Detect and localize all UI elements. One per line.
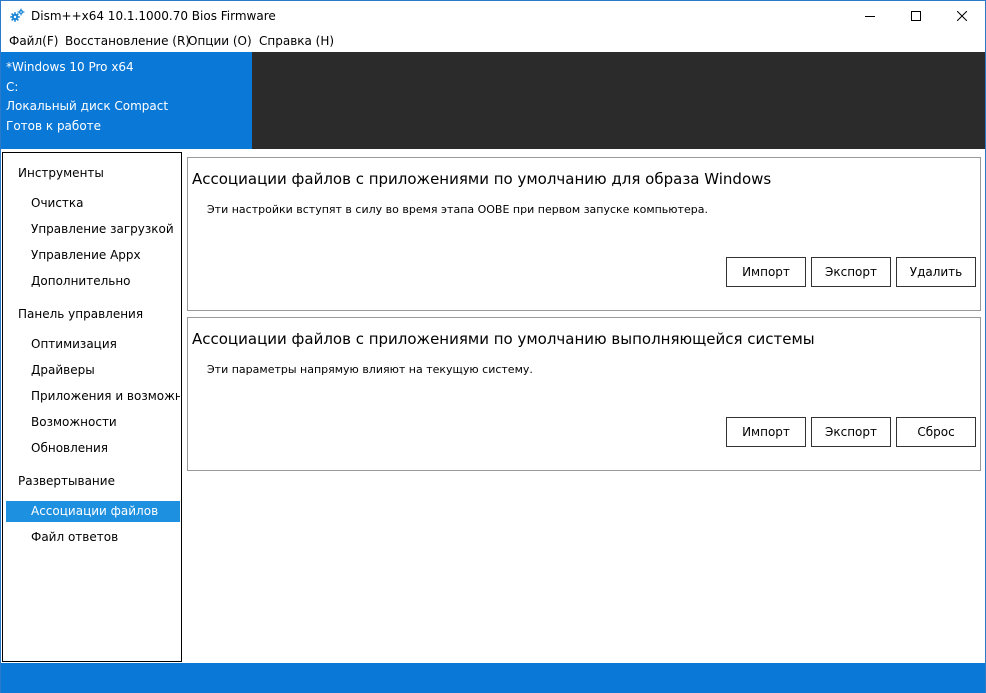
card-title: Ассоциации файлов с приложениями по умол…	[192, 170, 772, 188]
menu-restore[interactable]: Восстановление (R)	[65, 34, 190, 48]
import-button[interactable]: Импорт	[726, 257, 806, 287]
close-button[interactable]	[939, 1, 985, 31]
menu-file[interactable]: Файл(F)	[9, 34, 58, 48]
sidebar: Инструменты Очистка Управление загрузкой…	[2, 152, 182, 662]
sidebar-item-updates[interactable]: Обновления	[6, 438, 180, 459]
image-info-panel[interactable]: *Windows 10 Pro x64 C: Локальный диск Co…	[1, 52, 252, 149]
export-button[interactable]: Экспорт	[811, 417, 891, 447]
main-content: Ассоциации файлов с приложениями по умол…	[185, 152, 985, 662]
menu-options[interactable]: Опции (O)	[188, 34, 252, 48]
minimize-button[interactable]	[847, 1, 893, 31]
sidebar-item-drivers[interactable]: Драйверы	[6, 360, 180, 381]
sidebar-item-cleanup[interactable]: Очистка	[6, 193, 180, 214]
minimize-icon	[865, 16, 875, 17]
reset-button[interactable]: Сброс	[896, 417, 976, 447]
card-title: Ассоциации файлов с приложениями по умол…	[192, 330, 815, 348]
maximize-button[interactable]	[893, 1, 939, 31]
sidebar-item-boot-management[interactable]: Управление загрузкой	[6, 219, 180, 240]
image-disk-type: Локальный диск Compact	[6, 99, 169, 113]
sidebar-item-advanced[interactable]: Дополнительно	[6, 271, 180, 292]
sidebar-item-appx[interactable]: Управление Appx	[6, 245, 180, 266]
image-edition: *Windows 10 Pro x64	[6, 60, 134, 74]
export-button[interactable]: Экспорт	[811, 257, 891, 287]
sidebar-group-control-panel: Панель управления	[18, 307, 144, 321]
image-list-area[interactable]	[252, 52, 985, 149]
maximize-icon	[911, 11, 921, 21]
sidebar-item-answer-file[interactable]: Файл ответов	[6, 527, 180, 548]
status-bar	[1, 663, 985, 693]
menu-bar: Файл(F) Восстановление (R) Опции (O) Спр…	[1, 31, 985, 51]
app-window: Dism++x64 10.1.1000.70 Bios Firmware Фай…	[0, 0, 986, 693]
sidebar-item-optimization[interactable]: Оптимизация	[6, 334, 180, 355]
card-description: Эти настройки вступят в силу во время эт…	[207, 203, 708, 216]
window-title: Dism++x64 10.1.1000.70 Bios Firmware	[31, 9, 276, 23]
image-status: Готов к работе	[6, 118, 102, 133]
sidebar-group-deployment: Развертывание	[18, 474, 115, 488]
system-associations-card: Ассоциации файлов с приложениями по умол…	[187, 317, 981, 471]
delete-button[interactable]: Удалить	[896, 257, 976, 287]
menu-help[interactable]: Справка (H)	[259, 34, 334, 48]
title-bar[interactable]: Dism++x64 10.1.1000.70 Bios Firmware	[1, 1, 985, 31]
image-associations-card: Ассоциации файлов с приложениями по умол…	[187, 157, 981, 311]
import-button[interactable]: Импорт	[726, 417, 806, 447]
sidebar-group-tools: Инструменты	[18, 166, 104, 180]
sidebar-item-apps-features[interactable]: Приложения и возможнос	[6, 386, 180, 407]
sidebar-item-file-associations[interactable]: Ассоциации файлов	[6, 501, 180, 522]
close-icon	[957, 11, 967, 21]
card-description: Эти параметры напрямую влияют на текущую…	[207, 363, 533, 376]
gears-icon	[9, 8, 25, 24]
sidebar-item-capabilities[interactable]: Возможности	[6, 412, 180, 433]
image-drive: C:	[6, 79, 19, 94]
